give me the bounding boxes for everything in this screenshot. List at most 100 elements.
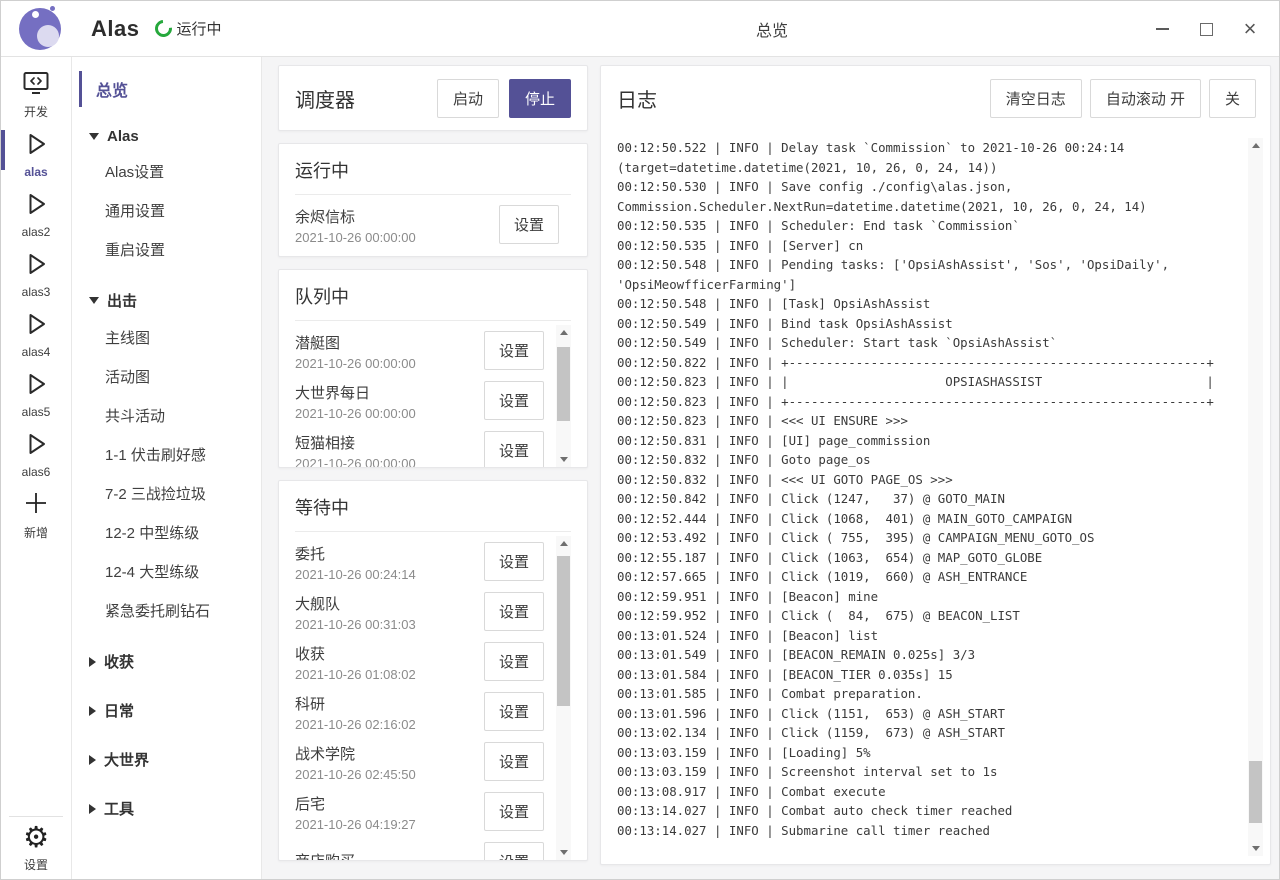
close-button[interactable]: × (1235, 14, 1265, 44)
nav-group-header-tool[interactable]: 工具 (72, 791, 261, 826)
rail-item-alas4[interactable]: alas4 (1, 305, 71, 365)
task-setting-button[interactable]: 设置 (484, 692, 544, 731)
rail-item-settings[interactable]: ⚙ 设置 (9, 817, 63, 879)
rail-item-alas6[interactable]: alas6 (1, 425, 71, 485)
scroll-up-button[interactable] (556, 536, 571, 551)
arrow-up-icon (560, 330, 568, 335)
rail-item-add[interactable]: 新增 (1, 485, 71, 545)
task-name: 商店购买 (295, 850, 484, 860)
logo-dot (50, 6, 55, 11)
nav-item[interactable]: 1-1 伏击刷好感 (72, 435, 261, 474)
task-row: 科研 2021-10-26 02:16:02 设置 (295, 686, 556, 736)
log-line: 00:12:50.548 | INFO | Pending tasks: ['O… (617, 255, 1239, 294)
rail-item-alas2[interactable]: alas2 (1, 185, 71, 245)
running-title: 运行中 (295, 157, 571, 195)
clear-log-button[interactable]: 清空日志 (990, 79, 1082, 118)
task-name: 科研 (295, 693, 484, 714)
nav-group-daily: 日常 (72, 693, 261, 728)
nav-item[interactable]: 共斗活动 (72, 396, 261, 435)
status-text: 运行中 (176, 18, 221, 39)
scroll-up-button[interactable] (556, 325, 571, 340)
nav-group-header-reward[interactable]: 收获 (72, 644, 261, 679)
pending-scrollbar[interactable] (556, 325, 571, 467)
task-row: 后宅 2021-10-26 04:19:27 设置 (295, 786, 556, 836)
log-scrollbar[interactable] (1248, 138, 1263, 856)
start-button[interactable]: 启动 (437, 79, 499, 118)
main-area: 开发 alas alas2 alas3 alas4 alas5 (1, 57, 1279, 879)
task-time: 2021-10-26 02:45:50 (295, 767, 484, 782)
nav-group-header-daily[interactable]: 日常 (72, 693, 261, 728)
task-setting-button[interactable]: 设置 (484, 642, 544, 681)
rail-item-alas3[interactable]: alas3 (1, 245, 71, 305)
scrollbar-thumb[interactable] (557, 556, 570, 706)
nav-item[interactable]: 12-2 中型练级 (72, 513, 261, 552)
task-setting-button[interactable]: 设置 (499, 205, 559, 244)
log-line: 00:12:50.823 | INFO | <<< UI ENSURE >>> (617, 411, 1239, 431)
scrollbar-thumb[interactable] (557, 347, 570, 421)
log-line: 00:13:08.917 | INFO | Combat execute (617, 782, 1239, 802)
maximize-button[interactable] (1191, 14, 1221, 44)
nav-item[interactable]: 活动图 (72, 357, 261, 396)
task-setting-button[interactable]: 设置 (484, 792, 544, 831)
task-time: 2021-10-26 00:31:03 (295, 617, 484, 632)
nav-item[interactable]: 12-4 大型练级 (72, 552, 261, 591)
scheduler-card: 调度器 启动 停止 (278, 65, 588, 131)
pending-card: 队列中 潜艇图 2021-10-26 00:00:00 设置 (278, 269, 588, 468)
nav-item[interactable]: Alas设置 (72, 152, 261, 191)
rail-item-alas[interactable]: alas (1, 125, 71, 185)
task-setting-button[interactable]: 设置 (484, 431, 544, 468)
chevron-right-icon (89, 706, 96, 716)
task-name: 大舰队 (295, 593, 484, 614)
log-line: 00:12:50.822 | INFO | +-----------------… (617, 353, 1239, 373)
arrow-down-icon (560, 850, 568, 855)
waiting-card: 等待中 委托 2021-10-26 00:24:14 设置 (278, 480, 588, 861)
log-line: 00:13:01.549 | INFO | [BEACON_REMAIN 0.0… (617, 645, 1239, 665)
scroll-down-button[interactable] (556, 845, 571, 860)
running-card: 运行中 余烬信标 2021-10-26 00:00:00 设置 (278, 143, 588, 257)
nav-group-header-sortie[interactable]: 出击 (72, 283, 261, 318)
log-line: 00:12:50.832 | INFO | Goto page_os (617, 450, 1239, 470)
task-setting-button[interactable]: 设置 (484, 381, 544, 420)
task-row: 商店购买 设置 (295, 836, 556, 860)
nav-children-alas: Alas设置通用设置重启设置 (72, 152, 261, 269)
log-line: 00:12:50.842 | INFO | Click (1247, 37) @… (617, 489, 1239, 509)
autoscroll-toggle-button[interactable]: 自动滚动 开 (1090, 79, 1201, 118)
arrow-down-icon (560, 457, 568, 462)
task-setting-button[interactable]: 设置 (484, 542, 544, 581)
scroll-down-button[interactable] (1248, 841, 1263, 856)
nav-item-overview[interactable]: 总览 (79, 71, 261, 107)
log-off-button[interactable]: 关 (1209, 79, 1256, 118)
task-setting-button[interactable]: 设置 (484, 592, 544, 631)
nav-item[interactable]: 紧急委托刷钻石 (72, 591, 261, 630)
scheduler-status: 运行中 (155, 18, 221, 39)
waiting-title: 等待中 (295, 494, 571, 532)
stop-button[interactable]: 停止 (509, 79, 571, 118)
minimize-button[interactable] (1147, 14, 1177, 44)
task-name: 后宅 (295, 793, 484, 814)
scroll-down-button[interactable] (556, 452, 571, 467)
log-line: 00:12:50.549 | INFO | Scheduler: Start t… (617, 333, 1239, 353)
nav-item[interactable]: 主线图 (72, 318, 261, 357)
task-row: 收获 2021-10-26 01:08:02 设置 (295, 636, 556, 686)
nav-item[interactable]: 7-2 三战捡垃圾 (72, 474, 261, 513)
nav-item[interactable]: 重启设置 (72, 230, 261, 269)
minimize-icon (1156, 28, 1169, 30)
task-setting-button[interactable]: 设置 (484, 742, 544, 781)
log-line: 00:13:01.596 | INFO | Click (1151, 653) … (617, 704, 1239, 724)
scrollbar-thumb[interactable] (1249, 761, 1262, 823)
code-monitor-icon (23, 71, 49, 100)
task-setting-button[interactable]: 设置 (484, 331, 544, 370)
scroll-up-button[interactable] (1248, 138, 1263, 153)
task-name: 大世界每日 (295, 382, 484, 403)
rail-bottom: ⚙ 设置 (9, 816, 63, 879)
rail-item-alas5[interactable]: alas5 (1, 365, 71, 425)
task-setting-button[interactable]: 设置 (484, 842, 544, 861)
task-name: 短猫相接 (295, 432, 484, 453)
waiting-scrollbar[interactable] (556, 536, 571, 860)
task-row: 委托 2021-10-26 00:24:14 设置 (295, 536, 556, 586)
nav-item[interactable]: 通用设置 (72, 191, 261, 230)
nav-group-header-alas[interactable]: Alas (72, 121, 261, 152)
app-name: Alas (91, 16, 139, 42)
nav-group-header-opsi[interactable]: 大世界 (72, 742, 261, 777)
rail-item-dev[interactable]: 开发 (1, 65, 71, 125)
